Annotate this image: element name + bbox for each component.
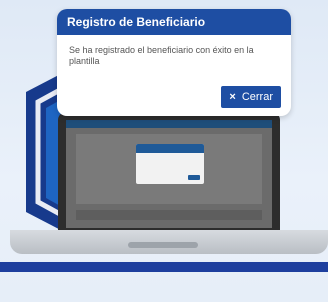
- floor-strip: [0, 262, 328, 272]
- screen-bottom-row: [76, 210, 262, 220]
- laptop-notch: [128, 242, 198, 248]
- mini-modal-button: [188, 175, 200, 180]
- laptop-screen: [66, 120, 272, 228]
- mini-modal-header: [136, 144, 204, 153]
- close-button-label: Cerrar: [241, 91, 273, 103]
- mini-modal-body: [136, 153, 204, 159]
- screen-body: [66, 128, 272, 228]
- close-icon: ×: [229, 91, 236, 103]
- screen-top-bar: [66, 120, 272, 128]
- dialog-title: Registro de Beneficiario: [57, 9, 291, 35]
- close-button[interactable]: × Cerrar: [221, 86, 281, 108]
- success-dialog: Registro de Beneficiario Se ha registrad…: [57, 9, 291, 116]
- mini-modal: [136, 144, 204, 184]
- dialog-footer: × Cerrar: [221, 86, 281, 108]
- dialog-message: Se ha registrado el beneficiario con éxi…: [69, 45, 254, 66]
